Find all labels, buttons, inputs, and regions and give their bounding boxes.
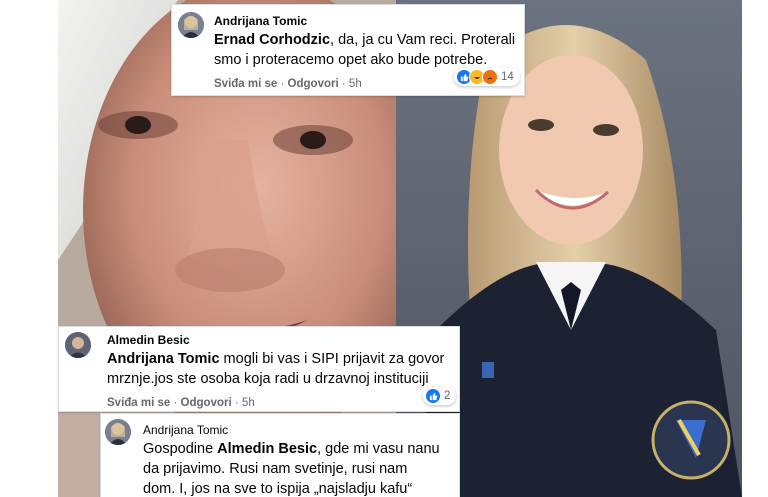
thumbs-up-icon [425,388,441,404]
comment-text-line: , da, ja cu Vam reci. Proterali [330,32,516,48]
comment-text: Ernad Corhodzic, da, ja cu Vam reci. Pro… [214,30,520,70]
comment-text-line: da prijavimo. Rusi nam svetinje, rusi na… [143,461,408,477]
avatar-photo-icon [178,12,204,38]
separator-dot: · [280,78,285,90]
avatar[interactable] [65,332,91,358]
separator-dot: · [341,78,346,90]
avatar-photo-icon [105,419,131,445]
reactions-summary[interactable]: 14 [454,68,520,86]
like-link[interactable]: Sviđa mi se [107,397,170,409]
mention-link[interactable]: Ernad Corhodzic [214,32,330,48]
comment-text-line: mrznje.jos ste osoba koja radi u drzavno… [107,371,429,387]
reply-link[interactable]: Odgovori [288,78,339,90]
reply-link[interactable]: Odgovori [181,397,232,409]
mention-link[interactable]: Andrijana Tomic [107,351,220,367]
reaction-count: 14 [501,71,514,83]
separator-dot: · [234,397,239,409]
comment-card-andrijana-2: Andrijana Tomic Gospodine Almedin Besic,… [100,413,460,497]
angry-icon [482,69,498,85]
comment-timestamp[interactable]: 5h [242,397,255,409]
comment-text: Gospodine Almedin Besic, gde mi vasu nan… [143,439,457,497]
comment-actions: Sviđa mi se · Odgovori · 5h [214,78,362,90]
avatar[interactable] [178,12,204,38]
comment-card-almedin: Almedin Besic Andrijana Tomic mogli bi v… [58,326,460,412]
comment-text: Andrijana Tomic mogli bi vas i SIPI prij… [107,349,457,389]
comment-author[interactable]: Almedin Besic [107,333,457,347]
avatar[interactable] [105,419,131,445]
comment-card-andrijana-1: Andrijana Tomic Ernad Corhodzic, da, ja … [171,4,525,96]
comment-actions: Sviđa mi se · Odgovori · 5h [107,397,255,409]
comment-timestamp[interactable]: 5h [349,78,362,90]
mention-link[interactable]: Almedin Besic [217,441,317,457]
comment-text-line: dom. I, jos na sve to ispija „najsladju … [143,481,413,497]
reactions-summary[interactable]: 2 [423,387,457,405]
like-link[interactable]: Sviđa mi se [214,78,277,90]
separator-dot: · [173,397,178,409]
comment-author[interactable]: Andrijana Tomic [143,423,457,437]
comment-text-line: smo i proteracemo opet ako bude potrebe. [214,52,488,68]
reaction-count: 2 [444,390,451,402]
comment-text-line: Gospodine [143,441,218,457]
comment-text-line: , gde mi vasu nanu [317,441,440,457]
avatar-photo-icon [65,332,91,358]
comment-author[interactable]: Andrijana Tomic [214,14,520,28]
comment-text-line: mogli bi vas i SIPI prijavit za govor [219,351,445,367]
